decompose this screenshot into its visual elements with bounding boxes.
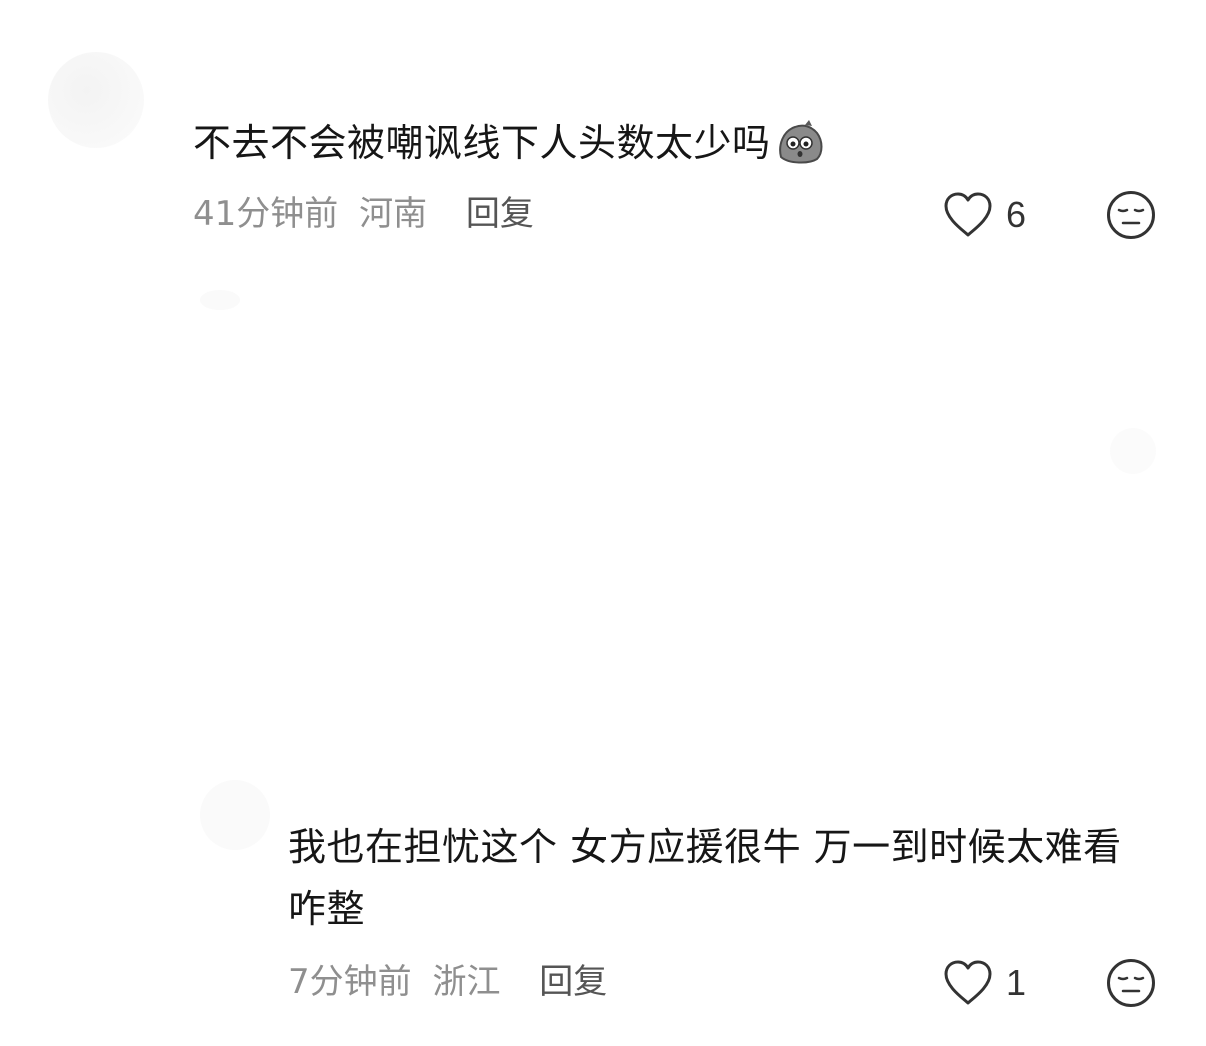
comment-1-reply-button[interactable]: 回复 [466, 194, 534, 234]
unamused-face-icon [1107, 191, 1155, 239]
faded-content [200, 290, 240, 310]
comment-2-location: 浙江 [432, 962, 501, 1002]
commenter-avatar[interactable] [48, 52, 144, 148]
heart-outline-icon [944, 960, 992, 1005]
surprised-rock-sticker-icon [775, 117, 825, 167]
comment-2-reply-button[interactable]: 回复 [539, 962, 607, 1002]
heart-outline-icon [944, 192, 992, 237]
comment-2-time: 7分钟前 [288, 962, 412, 1002]
comment-1-location: 河南 [359, 194, 428, 234]
comment-2-dislike-button[interactable] [1106, 958, 1156, 1008]
comment-1-time: 41分钟前 [193, 194, 339, 234]
comment-1-like-count: 6 [1006, 194, 1027, 235]
comment-2-like-count: 1 [1006, 962, 1027, 1003]
comment-2-like-button[interactable]: 1 [942, 958, 1026, 1008]
comment-1-text: 不去不会被嘲讽线下人头数太少吗 [193, 121, 771, 165]
comment-1-meta: 41分钟前 河南 回复 [193, 194, 534, 234]
comment-1: 不去不会被嘲讽线下人头数太少吗 [193, 112, 1153, 174]
comment-1-dislike-button[interactable] [1106, 190, 1156, 240]
comment-1-like-button[interactable]: 6 [942, 190, 1026, 240]
comment-2-meta: 7分钟前 浙江 回复 [288, 962, 607, 1002]
unamused-face-icon [1107, 959, 1155, 1007]
comment-2-text: 我也在担忧这个 女方应援很牛 万一到时候太难看咋整 [288, 825, 1122, 931]
comment-2: 我也在担忧这个 女方应援很牛 万一到时候太难看咋整 [288, 816, 1158, 940]
commenter-avatar[interactable] [200, 780, 270, 850]
faded-content [1110, 428, 1156, 474]
